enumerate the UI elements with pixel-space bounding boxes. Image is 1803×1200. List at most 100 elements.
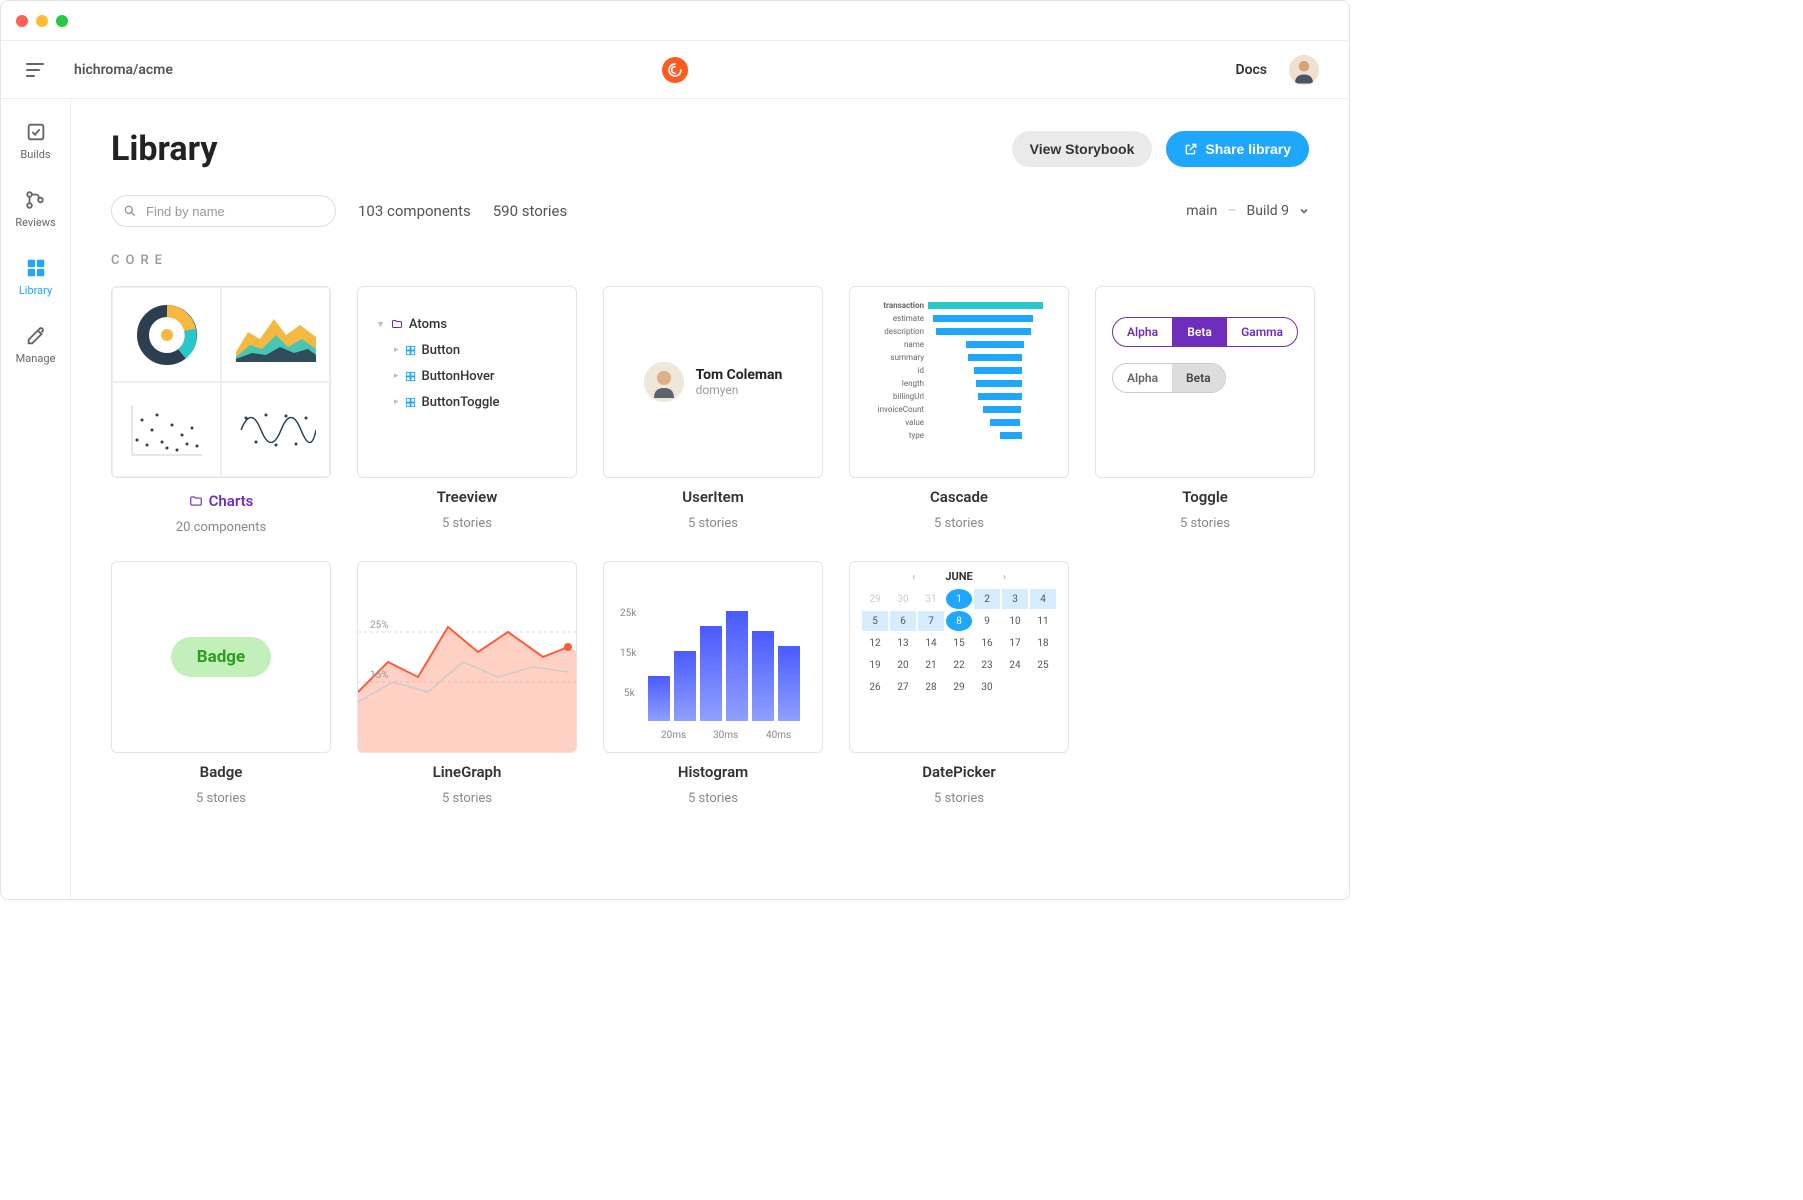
folder-icon [391, 318, 403, 330]
datepicker-cell[interactable]: 10 [1002, 611, 1028, 631]
toggle-option[interactable]: Beta [1172, 318, 1227, 346]
badge-pill: Badge [171, 637, 271, 677]
datepicker-cell[interactable]: 4 [1030, 589, 1056, 609]
datepicker-cell[interactable]: 1 [946, 589, 972, 609]
datepicker-grid: 2930311234567891011121314151617181920212… [862, 589, 1056, 697]
datepicker-cell[interactable]: 3 [1002, 589, 1028, 609]
close-window-icon[interactable] [16, 15, 28, 27]
datepicker-cell[interactable]: 27 [890, 677, 916, 697]
card-title: Cascade [930, 488, 988, 506]
card-linegraph[interactable]: 25% 15% [357, 561, 577, 753]
view-storybook-button[interactable]: View Storybook [1012, 131, 1153, 167]
card-title: Charts [209, 492, 254, 510]
datepicker-cell[interactable] [1030, 677, 1056, 697]
datepicker-cell[interactable]: 23 [974, 655, 1000, 675]
datepicker-cell[interactable]: 29 [946, 677, 972, 697]
card-subtitle: 5 stories [442, 516, 492, 531]
toggle-option[interactable]: Beta [1172, 364, 1225, 392]
toggle-option[interactable]: Gamma [1227, 318, 1297, 346]
menu-icon[interactable] [26, 63, 44, 77]
toggle-option[interactable]: Alpha [1113, 318, 1172, 346]
datepicker-cell[interactable]: 21 [918, 655, 944, 675]
topbar: hichroma/acme Docs [1, 41, 1349, 99]
user-avatar[interactable] [1289, 55, 1319, 85]
card-title: DatePicker [922, 763, 996, 781]
tree-item-label: ButtonToggle [422, 395, 500, 410]
card-useritem[interactable]: Tom Coleman domyen [603, 286, 823, 478]
datepicker-cell[interactable]: 26 [862, 677, 888, 697]
sidebar-item-builds[interactable]: Builds [20, 121, 50, 161]
datepicker-cell[interactable]: 11 [1030, 611, 1056, 631]
datepicker-cell[interactable]: 9 [974, 611, 1000, 631]
card-subtitle: 5 stories [1180, 516, 1230, 531]
next-month-icon[interactable]: › [1003, 570, 1006, 583]
tree-item-label: Button [422, 343, 461, 358]
datepicker-cell[interactable]: 16 [974, 633, 1000, 653]
cascade-row: transaction [864, 299, 1054, 312]
user-handle: domyen [696, 383, 783, 397]
sidebar-item-manage[interactable]: Manage [16, 325, 56, 365]
cascade-row: summary [864, 351, 1054, 364]
card-subtitle: 5 stories [934, 516, 984, 531]
linegraph-label: 25% [370, 620, 389, 631]
minimize-window-icon[interactable] [36, 15, 48, 27]
card-histogram[interactable]: 25k 15k 5k 20ms 3 [603, 561, 823, 753]
datepicker-cell[interactable]: 6 [890, 611, 916, 631]
datepicker-cell[interactable]: 30 [890, 589, 916, 609]
tree-item-label: ButtonHover [422, 369, 495, 384]
docs-link[interactable]: Docs [1235, 62, 1267, 78]
datepicker-cell[interactable]: 24 [1002, 655, 1028, 675]
datepicker-cell[interactable]: 29 [862, 589, 888, 609]
app-logo[interactable] [662, 57, 688, 83]
card-title: Treeview [437, 488, 498, 506]
datepicker-cell[interactable]: 31 [918, 589, 944, 609]
toggle-group-gray: Alpha Beta [1112, 363, 1226, 393]
datepicker-cell[interactable]: 18 [1030, 633, 1056, 653]
card-badge[interactable]: Badge [111, 561, 331, 753]
tree-folder-label: Atoms [409, 317, 447, 332]
datepicker-cell[interactable]: 14 [918, 633, 944, 653]
datepicker-cell[interactable]: 19 [862, 655, 888, 675]
datepicker-cell[interactable]: 8 [946, 611, 972, 631]
datepicker-cell[interactable] [1002, 677, 1028, 697]
external-link-icon [1184, 142, 1198, 156]
component-icon [405, 397, 416, 408]
card-cascade[interactable]: transactionestimatedescriptionnamesummar… [849, 286, 1069, 478]
breadcrumb[interactable]: hichroma/acme [74, 62, 173, 78]
datepicker-cell[interactable]: 12 [862, 633, 888, 653]
datepicker-cell[interactable]: 13 [890, 633, 916, 653]
maximize-window-icon[interactable] [56, 15, 68, 27]
datepicker-cell[interactable]: 20 [890, 655, 916, 675]
card-title: Toggle [1182, 488, 1228, 506]
svg-text:30ms: 30ms [713, 730, 738, 741]
sidebar-item-reviews[interactable]: Reviews [15, 189, 55, 229]
datepicker-cell[interactable]: 7 [918, 611, 944, 631]
cascade-row: estimate [864, 312, 1054, 325]
datepicker-cell[interactable]: 2 [974, 589, 1000, 609]
datepicker-cell[interactable]: 17 [1002, 633, 1028, 653]
component-grid: Charts 20 components ▼Atoms ▸Button ▸But… [111, 286, 1309, 806]
branch-build-selector[interactable]: main – Build 9 [1186, 203, 1309, 219]
datepicker-cell[interactable]: 30 [974, 677, 1000, 697]
search-input[interactable] [111, 195, 336, 227]
card-treeview[interactable]: ▼Atoms ▸Button ▸ButtonHover ▸ButtonToggl… [357, 286, 577, 478]
component-icon [405, 371, 416, 382]
story-count: 590 stories [493, 202, 568, 220]
card-datepicker[interactable]: ‹ JUNE › 2930311234567891011121314151617… [849, 561, 1069, 753]
datepicker-cell[interactable]: 5 [862, 611, 888, 631]
datepicker-cell[interactable]: 22 [946, 655, 972, 675]
toggle-option[interactable]: Alpha [1113, 364, 1172, 392]
card-charts[interactable] [111, 286, 331, 478]
user-name: Tom Coleman [696, 367, 783, 383]
cascade-row: name [864, 338, 1054, 351]
toggle-group-purple: Alpha Beta Gamma [1112, 317, 1298, 347]
card-toggle[interactable]: Alpha Beta Gamma Alpha Beta [1095, 286, 1315, 478]
cascade-row: type [864, 429, 1054, 442]
sidebar-item-library[interactable]: Library [19, 257, 52, 297]
datepicker-cell[interactable]: 15 [946, 633, 972, 653]
datepicker-cell[interactable]: 25 [1030, 655, 1056, 675]
prev-month-icon[interactable]: ‹ [912, 570, 915, 583]
datepicker-cell[interactable]: 28 [918, 677, 944, 697]
share-library-button[interactable]: Share library [1166, 131, 1309, 167]
sidebar-item-label: Reviews [15, 216, 55, 229]
